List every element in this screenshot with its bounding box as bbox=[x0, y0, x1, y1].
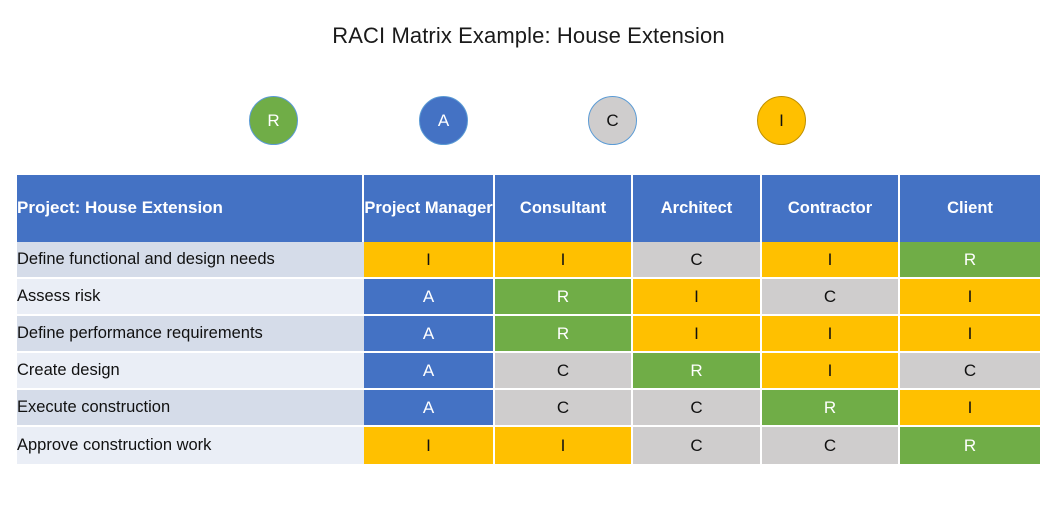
raci-cell: I bbox=[900, 390, 1040, 427]
legend-circle-label: R bbox=[267, 110, 280, 130]
raci-cell: I bbox=[495, 242, 633, 279]
raci-cell: I bbox=[900, 316, 1040, 353]
table-header: Project: House Extension Project Manager C… bbox=[17, 175, 1040, 242]
raci-cell: C bbox=[762, 427, 900, 464]
raci-cell: I bbox=[495, 427, 633, 464]
column-header-1: Project Manager bbox=[364, 175, 495, 242]
raci-cell: C bbox=[900, 353, 1040, 390]
table-row: Define functional and design needs I I C I R bbox=[17, 242, 1040, 279]
raci-cell: I bbox=[364, 427, 495, 464]
column-header-5: Client bbox=[900, 175, 1040, 242]
table-row: Approve construction work I I C C R bbox=[17, 427, 1040, 464]
raci-cell: I bbox=[633, 316, 762, 353]
raci-cell: A bbox=[364, 316, 495, 353]
raci-cell: A bbox=[364, 353, 495, 390]
header-row: Project: House Extension Project Manager C… bbox=[17, 175, 1040, 242]
raci-cell: I bbox=[900, 279, 1040, 316]
table-row: Execute construction A C C R I bbox=[17, 390, 1040, 427]
task-label: Assess risk bbox=[17, 279, 364, 316]
raci-legend: RACI bbox=[249, 96, 834, 146]
raci-cell: R bbox=[495, 279, 633, 316]
table-row: Create design A C R I C bbox=[17, 353, 1040, 390]
raci-cell: A bbox=[364, 390, 495, 427]
column-header-2: Consultant bbox=[495, 175, 633, 242]
raci-cell: R bbox=[900, 242, 1040, 279]
task-label: Define functional and design needs bbox=[17, 242, 364, 279]
raci-cell: C bbox=[762, 279, 900, 316]
legend-circle-a: A bbox=[419, 96, 468, 145]
task-label: Execute construction bbox=[17, 390, 364, 427]
table-row: Define performance requirements A R I I I bbox=[17, 316, 1040, 353]
raci-cell: I bbox=[762, 242, 900, 279]
legend-circle-i: I bbox=[757, 96, 806, 145]
table-row: Assess risk A R I C I bbox=[17, 279, 1040, 316]
task-label: Approve construction work bbox=[17, 427, 364, 464]
raci-cell: R bbox=[900, 427, 1040, 464]
raci-matrix-table: Project: House Extension Project Manager C… bbox=[17, 175, 1040, 464]
task-label: Create design bbox=[17, 353, 364, 390]
legend-circle-r: R bbox=[249, 96, 298, 145]
raci-cell: A bbox=[364, 279, 495, 316]
raci-cell: I bbox=[364, 242, 495, 279]
table-title-cell: Project: House Extension bbox=[17, 175, 364, 242]
page-title: RACI Matrix Example: House Extension bbox=[332, 23, 725, 48]
column-header-4: Contractor bbox=[762, 175, 900, 242]
raci-cell: R bbox=[762, 390, 900, 427]
raci-cell: I bbox=[762, 316, 900, 353]
raci-cell: I bbox=[762, 353, 900, 390]
legend-circle-label: I bbox=[779, 110, 784, 130]
raci-cell: C bbox=[633, 427, 762, 464]
raci-cell: I bbox=[633, 279, 762, 316]
task-label: Define performance requirements bbox=[17, 316, 364, 353]
raci-cell: R bbox=[495, 316, 633, 353]
legend-circle-c: C bbox=[588, 96, 637, 145]
table-body: Define functional and design needs I I C I R A… bbox=[17, 242, 1040, 464]
legend-circle-label: C bbox=[606, 110, 619, 130]
legend-circle-label: A bbox=[437, 110, 450, 130]
raci-cell: C bbox=[495, 390, 633, 427]
raci-cell: C bbox=[495, 353, 633, 390]
column-header-3: Architect bbox=[633, 175, 762, 242]
raci-cell: R bbox=[633, 353, 762, 390]
raci-cell: C bbox=[633, 242, 762, 279]
raci-cell: C bbox=[633, 390, 762, 427]
